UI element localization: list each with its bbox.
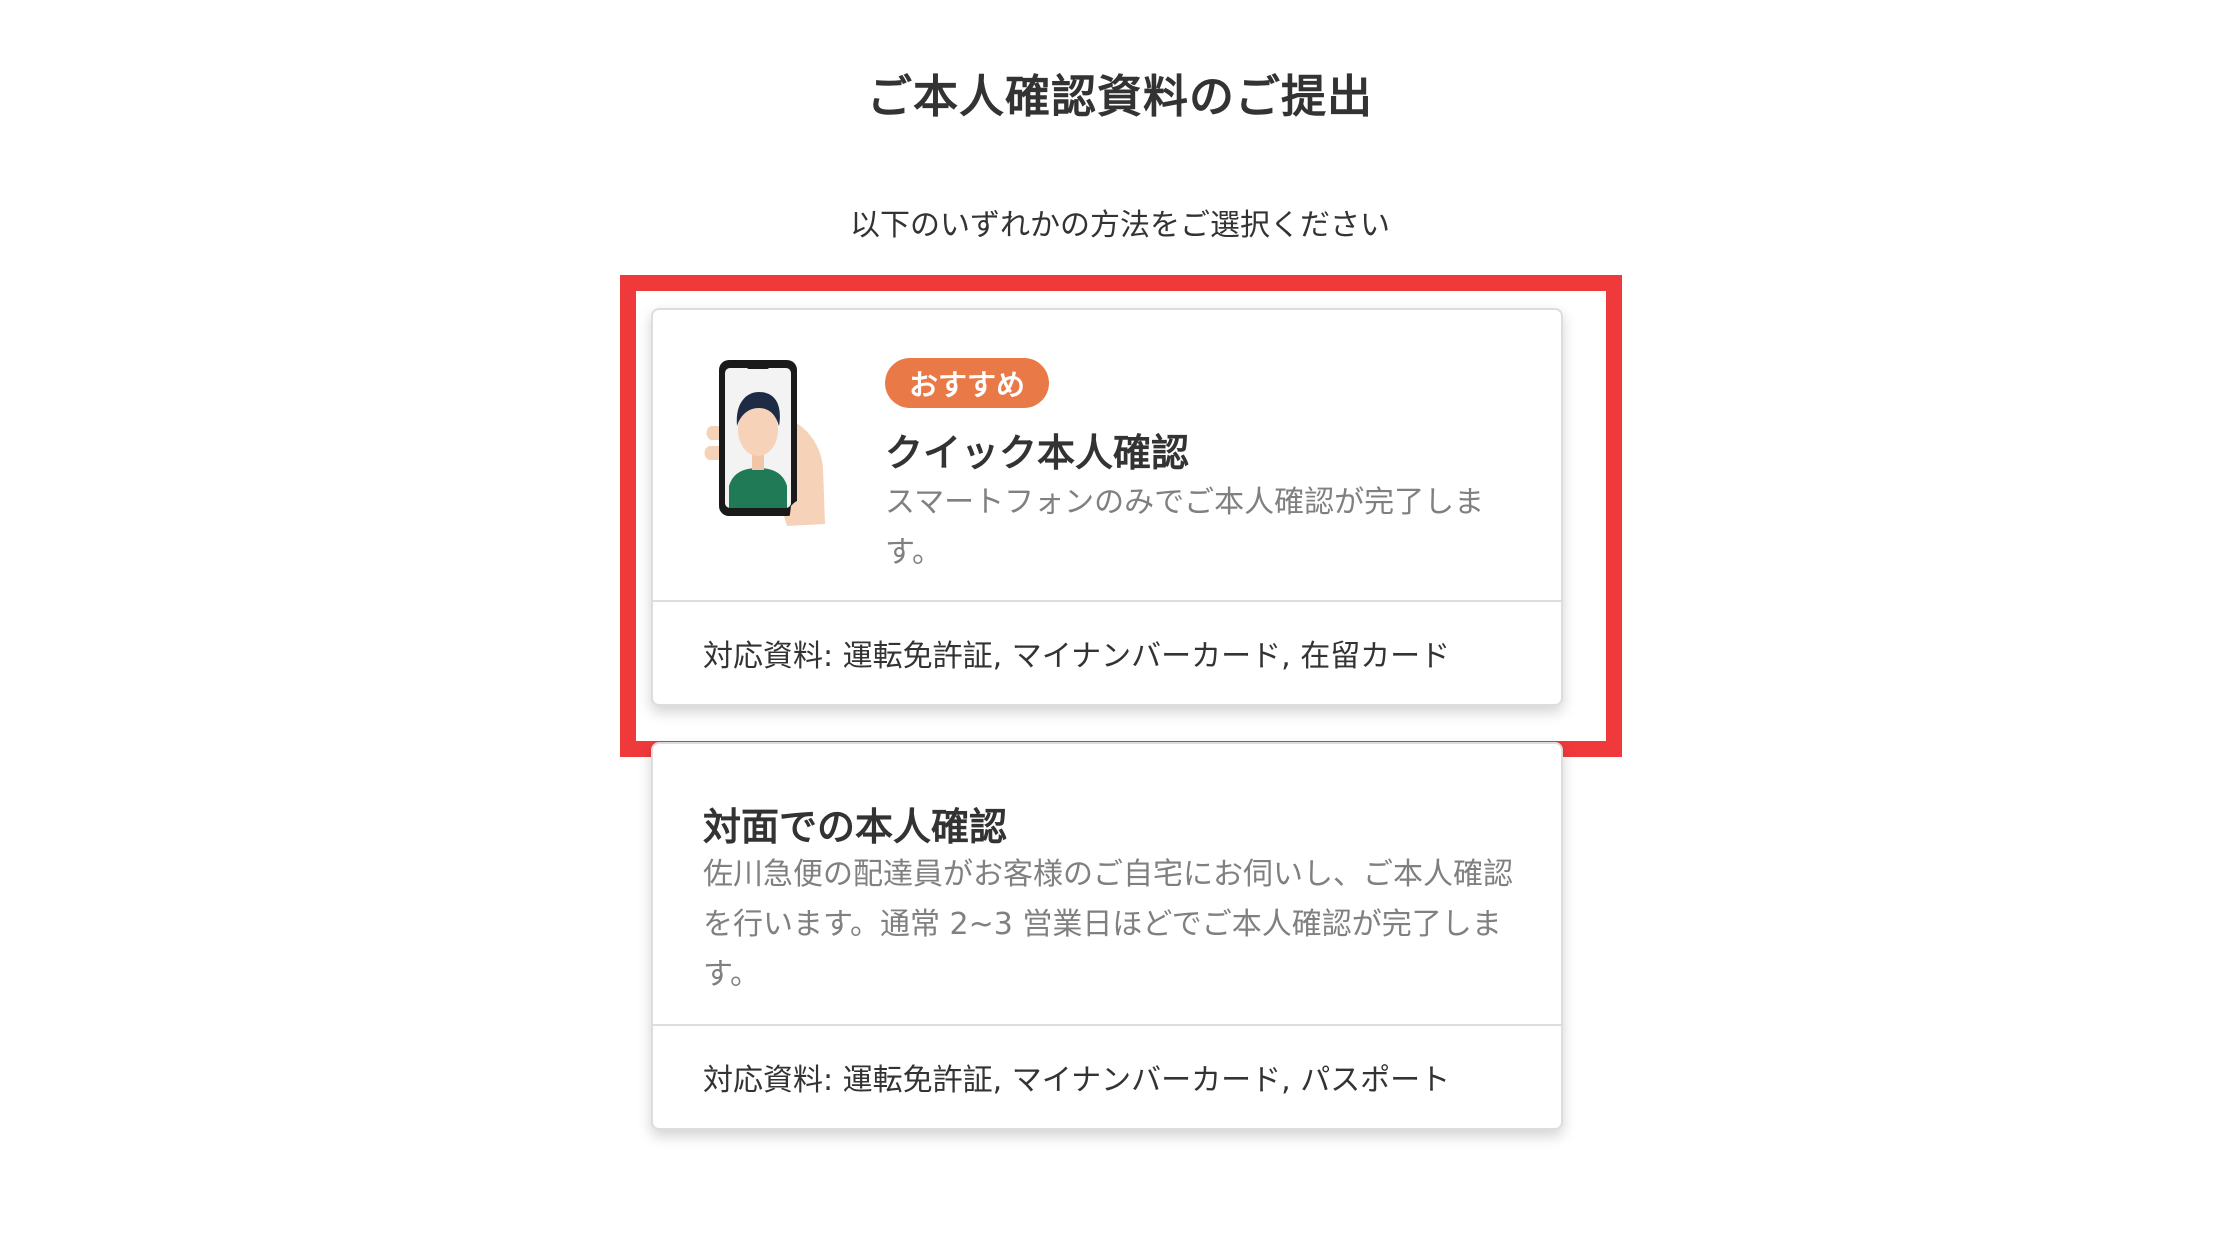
- supported-documents: 対応資料: 運転免許証, マイナンバーカード, 在留カード: [653, 600, 1561, 704]
- card-body: 対面での本人確認 佐川急便の配達員がお客様のご自宅にお伺いし、ご本人確認を行いま…: [653, 744, 1561, 1026]
- option-description: スマートフォンのみでご本人確認が完了します。: [885, 485, 1485, 570]
- page-title: ご本人確認資料のご提出: [866, 70, 1373, 123]
- page: ご本人確認資料のご提出 以下のいずれかの方法をご選択ください おすすめ クイック…: [0, 0, 2240, 1260]
- smartphone-selfie-icon: [704, 360, 825, 526]
- option-title: クイック本人確認: [885, 431, 1190, 475]
- option-title: 対面での本人確認: [703, 805, 1008, 849]
- card-body: おすすめ クイック本人確認 スマートフォンのみでご本人確認が完了します。: [653, 310, 1561, 602]
- page-subtitle: 以下のいずれかの方法をご選択ください: [850, 208, 1390, 243]
- option-description: 佐川急便の配達員がお客様のご自宅にお伺いし、ご本人確認を行います。通常 2~3 …: [703, 857, 1513, 992]
- supported-documents: 対応資料: 運転免許証, マイナンバーカード, パスポート: [653, 1024, 1561, 1128]
- quick-verification-card[interactable]: おすすめ クイック本人確認 スマートフォンのみでご本人確認が完了します。 対応資…: [651, 308, 1563, 706]
- recommended-badge: おすすめ: [885, 358, 1050, 408]
- in-person-verification-card[interactable]: 対面での本人確認 佐川急便の配達員がお客様のご自宅にお伺いし、ご本人確認を行いま…: [651, 742, 1563, 1130]
